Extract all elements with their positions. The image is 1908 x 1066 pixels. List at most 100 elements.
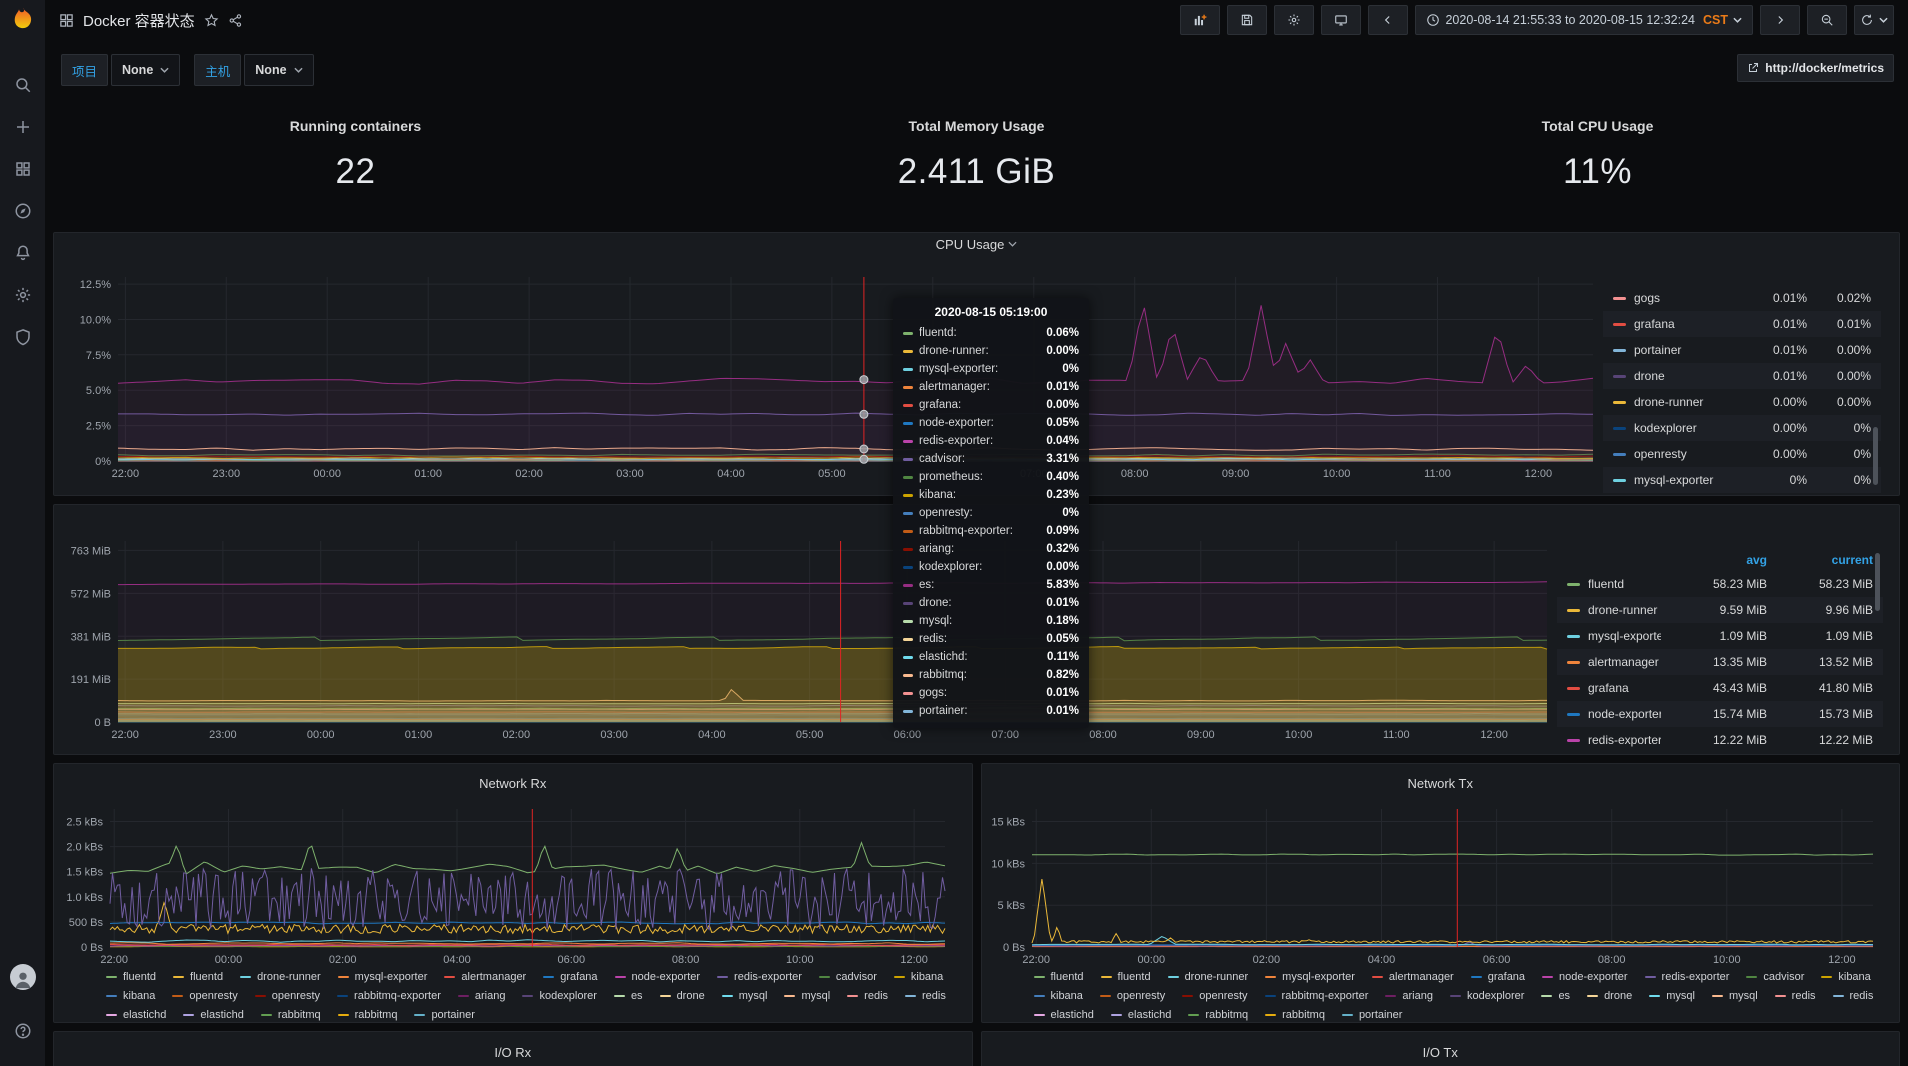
legend-item[interactable]: mysql [722, 989, 768, 1003]
zoom-out-time-button[interactable] [1807, 5, 1847, 35]
dashboards-icon[interactable] [0, 148, 45, 190]
legend-item[interactable]: ariang [458, 989, 506, 1003]
legend-row[interactable]: grafana 0.01% 0.01% [1603, 311, 1881, 337]
legend-item[interactable]: grafana [1471, 970, 1525, 984]
create-plus-icon[interactable] [0, 106, 45, 148]
legend-item[interactable]: openresty [1182, 989, 1247, 1003]
alerting-bell-icon[interactable] [0, 232, 45, 274]
stat-total-cpu[interactable]: Total CPU Usage 11% [1287, 112, 1908, 224]
legend-item[interactable]: openresty [1100, 989, 1165, 1003]
cpu-usage-chart[interactable]: 22:0023:0000:0001:0002:0003:0004:0005:00… [60, 255, 1603, 491]
network-rx-chart[interactable]: 22:0000:0002:0004:0006:0008:0010:0012:00… [54, 795, 959, 968]
legend-item[interactable]: es [1541, 989, 1570, 1003]
legend-item[interactable]: mysql [1649, 989, 1695, 1003]
legend-item[interactable]: drone [1587, 989, 1632, 1003]
legend-scrollbar[interactable] [1875, 553, 1880, 611]
legend-item[interactable]: kibana [1821, 970, 1870, 984]
io-tx-title[interactable]: I/O Tx [982, 1040, 1900, 1064]
stat-running-containers[interactable]: Running containers 22 [45, 112, 666, 224]
legend-item[interactable]: drone [660, 989, 705, 1003]
legend-row[interactable]: drone 0.01% 0.00% [1603, 363, 1881, 389]
server-admin-shield-icon[interactable] [0, 316, 45, 358]
legend-item[interactable]: portainer [414, 1008, 474, 1022]
legend-row[interactable]: kodexplorer 0.00% 0% [1603, 415, 1881, 441]
time-range-forward-button[interactable] [1760, 5, 1800, 35]
legend-item[interactable]: elastichd [183, 1008, 243, 1022]
legend-item[interactable]: redis-exporter [717, 970, 802, 984]
legend-item[interactable]: redis-exporter [1645, 970, 1730, 984]
legend-item[interactable]: kibana [106, 989, 155, 1003]
legend-item[interactable]: node-exporter [1542, 970, 1628, 984]
legend-header-avg[interactable]: avg [1661, 553, 1767, 567]
variable-project-label[interactable]: 项目 [61, 54, 108, 86]
legend-header-current[interactable]: current [1767, 553, 1873, 567]
cycle-view-mode-button[interactable] [1321, 5, 1361, 35]
memory-usage-chart[interactable]: 22:0023:0000:0001:0002:0003:0004:0005:00… [60, 533, 1557, 752]
network-tx-chart[interactable]: 22:0000:0002:0004:0006:0008:0010:0012:00… [982, 795, 1887, 968]
search-icon[interactable] [0, 64, 45, 106]
configuration-gear-icon[interactable] [0, 274, 45, 316]
legend-item[interactable]: mysql-exporter [338, 970, 428, 984]
legend-item[interactable]: es [614, 989, 643, 1003]
legend-item[interactable]: fluentd [1034, 970, 1084, 984]
legend-item[interactable]: redis [1775, 989, 1816, 1003]
help-icon[interactable] [0, 1010, 45, 1052]
legend-item[interactable]: mysql-exporter [1265, 970, 1355, 984]
legend-row[interactable]: alertmanager 13.35 MiB 13.52 MiB [1557, 649, 1883, 675]
legend-item[interactable]: fluentd [106, 970, 156, 984]
legend-item[interactable]: elastichd [106, 1008, 166, 1022]
legend-item[interactable]: portainer [1342, 1008, 1402, 1022]
legend-item[interactable]: drone-runner [240, 970, 321, 984]
legend-item[interactable]: drone-runner [1168, 970, 1249, 984]
cpu-panel-title[interactable]: CPU Usage [54, 233, 1899, 255]
legend-row[interactable]: fluentd 58.23 MiB 58.23 MiB [1557, 571, 1883, 597]
legend-item[interactable]: rabbitmq [338, 1008, 398, 1022]
legend-item[interactable]: redis [847, 989, 888, 1003]
network-tx-title[interactable]: Network Tx [982, 772, 1900, 795]
io-rx-title[interactable]: I/O Rx [54, 1040, 972, 1064]
legend-item[interactable]: openresty [172, 989, 237, 1003]
legend-row[interactable]: gogs 0.01% 0.02% [1603, 285, 1881, 311]
explore-compass-icon[interactable] [0, 190, 45, 232]
grafana-logo-icon[interactable] [8, 6, 38, 36]
legend-item[interactable]: kodexplorer [1450, 989, 1524, 1003]
legend-item[interactable]: rabbitmq [1188, 1008, 1248, 1022]
legend-item[interactable]: rabbitmq [1265, 1008, 1325, 1022]
legend-row[interactable]: drone-runner 9.59 MiB 9.96 MiB [1557, 597, 1883, 623]
legend-item[interactable]: kibana [1034, 989, 1083, 1003]
legend-item[interactable]: redis [1833, 989, 1874, 1003]
legend-item[interactable]: elastichd [1111, 1008, 1171, 1022]
legend-item[interactable]: rabbitmq [261, 1008, 321, 1022]
legend-row[interactable]: node-exporter 15.74 MiB 15.73 MiB [1557, 701, 1883, 727]
legend-item[interactable]: cadvisor [819, 970, 877, 984]
user-avatar[interactable] [10, 964, 36, 990]
legend-item[interactable]: cadvisor [1746, 970, 1804, 984]
legend-item[interactable]: grafana [543, 970, 597, 984]
legend-item[interactable]: mysql [784, 989, 830, 1003]
time-range-back-button[interactable] [1368, 5, 1408, 35]
legend-item[interactable]: fluentd [1101, 970, 1151, 984]
legend-item[interactable]: openresty [255, 989, 320, 1003]
legend-scrollbar[interactable] [1873, 427, 1878, 485]
legend-row[interactable]: grafana 43.43 MiB 41.80 MiB [1557, 675, 1883, 701]
legend-item[interactable]: alertmanager [444, 970, 526, 984]
network-rx-title[interactable]: Network Rx [54, 772, 972, 795]
metrics-external-link[interactable]: http://docker/metrics [1737, 54, 1894, 82]
stat-total-memory[interactable]: Total Memory Usage 2.411 GiB [666, 112, 1287, 224]
legend-row[interactable]: mysql-exporter 0% 0% [1603, 467, 1881, 493]
time-range-picker[interactable]: 2020-08-14 21:55:33 to 2020-08-15 12:32:… [1415, 5, 1753, 35]
legend-row[interactable]: openresty 0.00% 0% [1603, 441, 1881, 467]
share-icon[interactable] [228, 13, 243, 28]
refresh-button[interactable] [1854, 5, 1894, 35]
save-dashboard-button[interactable] [1227, 5, 1267, 35]
legend-row[interactable]: portainer 0.01% 0.00% [1603, 337, 1881, 363]
legend-row[interactable]: mysql-exporter 1.09 MiB 1.09 MiB [1557, 623, 1883, 649]
legend-item[interactable]: rabbitmq-exporter [1265, 989, 1369, 1003]
legend-item[interactable]: fluentd [173, 970, 223, 984]
dashboard-settings-button[interactable] [1274, 5, 1314, 35]
legend-item[interactable]: kibana [894, 970, 943, 984]
legend-item[interactable]: redis [905, 989, 946, 1003]
variable-project-select[interactable]: None [111, 54, 180, 86]
legend-row[interactable]: drone-runner 0.00% 0.00% [1603, 389, 1881, 415]
legend-item[interactable]: rabbitmq-exporter [337, 989, 441, 1003]
